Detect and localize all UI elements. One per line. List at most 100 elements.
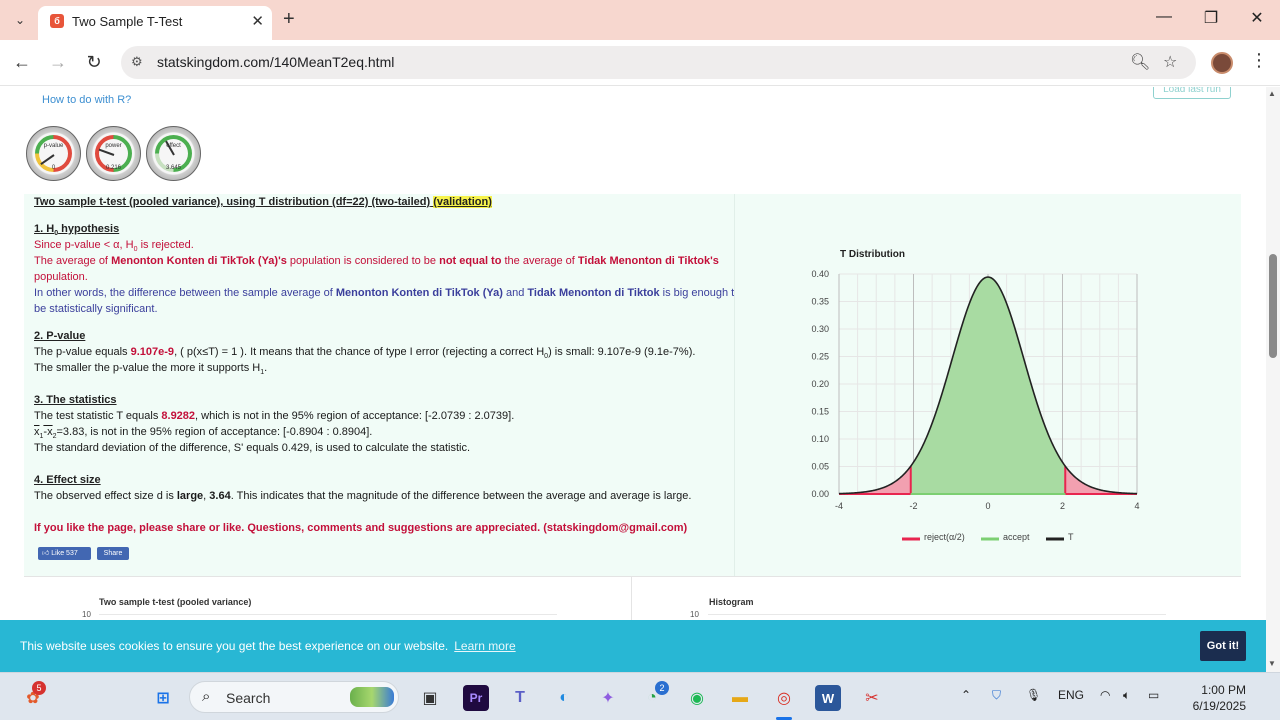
forward-button[interactable]: →: [46, 52, 70, 73]
scroll-thumb[interactable]: [1269, 254, 1277, 358]
results-title-text: Two sample t-test (pooled variance), usi…: [34, 196, 431, 208]
search-placeholder: Search: [226, 690, 271, 706]
t-statistic: 8.9282: [161, 410, 196, 422]
edge-icon[interactable]: ◐: [551, 685, 577, 711]
premiere-pro-icon[interactable]: Pr: [463, 685, 489, 711]
browser-menu-icon[interactable]: ⋮: [1250, 50, 1268, 71]
accept-area: [910, 277, 1066, 494]
section3-line3: The standard deviation of the difference…: [34, 442, 471, 454]
t-distribution-panel: T Distribution 0.00 0.05 0.10 0.15 0.20 0.25 0.…: [734, 194, 1241, 577]
section1-line3: population.: [34, 271, 88, 283]
text: is rejected.: [137, 239, 194, 251]
gauge-label: effect: [166, 143, 181, 149]
site-info-icon[interactable]: ⚙: [131, 54, 143, 70]
section1-line1: Since p-value < α, H0 is rejected.: [34, 239, 194, 253]
how-to-r-link[interactable]: How to do with R?: [42, 94, 131, 106]
text: The average of: [34, 255, 112, 267]
gauge-label: p-value: [43, 143, 64, 149]
system-clock[interactable]: 1:00 PM 6/19/2025: [1176, 682, 1246, 714]
bookmark-star-icon[interactable]: ☆: [1163, 52, 1177, 72]
battery-icon[interactable]: ▭: [1148, 688, 1159, 702]
close-window-button[interactable]: ✕: [1243, 8, 1271, 28]
file-explorer-icon[interactable]: ▬: [727, 685, 753, 711]
y-tick-label: 0.30: [811, 324, 829, 334]
power-gauge: power 0.216: [86, 126, 141, 181]
y-tick-label: 0.10: [811, 434, 829, 444]
load-last-run-button[interactable]: Load last run: [1153, 87, 1231, 99]
text: Since p-value < α, H: [34, 239, 134, 251]
like-label: Like 537: [51, 550, 78, 557]
reload-button[interactable]: ↻: [82, 52, 106, 73]
chrome-icon[interactable]: ◎: [771, 685, 797, 711]
taskbar-search[interactable]: ⌕ Search: [189, 681, 399, 713]
thumbs-up-icon: 👍︎: [42, 550, 52, 557]
spotify-icon[interactable]: ◉: [684, 685, 710, 711]
search-highlight-icon: [350, 687, 394, 707]
gauge-value: 0.216: [105, 165, 121, 171]
y-tick-label: 0.00: [811, 489, 829, 499]
y-tick-label: 0.15: [811, 407, 829, 417]
got-it-button[interactable]: Got it!: [1200, 631, 1246, 661]
scroll-up-icon[interactable]: ▲: [1268, 89, 1276, 98]
y-tick-label: 10: [690, 610, 699, 619]
copilot-icon[interactable]: ✦: [595, 685, 621, 711]
minimize-button[interactable]: —: [1150, 8, 1178, 26]
active-tab[interactable]: б Two Sample T-Test ✕: [38, 6, 272, 40]
section1-heading: 1. H0 hypothesis: [34, 223, 119, 237]
cookie-message: This website uses cookies to ensure you …: [20, 639, 516, 653]
text: is big enough to: [659, 287, 741, 299]
group1-name: Menonton Konten di TikTok (Ya): [335, 287, 503, 299]
url-text[interactable]: statskingdom.com/140MeanT2eq.html: [157, 54, 394, 70]
microphone-icon[interactable]: 🎙︎: [1026, 688, 1041, 702]
histogram-title: Histogram: [709, 597, 754, 607]
section4-line1: The observed effect size d is large, 3.6…: [34, 490, 691, 502]
teams-icon[interactable]: T: [507, 685, 533, 711]
heading-text: 1. H: [34, 223, 55, 235]
profile-avatar[interactable]: [1211, 52, 1233, 74]
y-tick-label: 0.20: [811, 379, 829, 389]
validation-link[interactable]: (validation): [433, 196, 492, 208]
x-tick-label: 2: [1060, 501, 1065, 511]
text: population is considered to be: [286, 255, 440, 267]
share-message: If you like the page, please share or li…: [34, 522, 688, 534]
back-button[interactable]: ←: [10, 52, 34, 73]
task-view-icon[interactable]: ▣: [417, 685, 443, 711]
wifi-icon[interactable]: ◠: [1100, 688, 1110, 702]
windows-start-icon[interactable]: ⊞: [150, 685, 176, 711]
page-scrollbar[interactable]: ▲ ▼: [1266, 87, 1280, 672]
x-tick-label: -4: [835, 501, 843, 511]
t-distribution-chart: T Distribution 0.00 0.05 0.10 0.15 0.20 0.25 0.…: [811, 249, 1139, 542]
site-favicon-icon: б: [50, 14, 64, 28]
restore-button[interactable]: ❐: [1197, 8, 1225, 28]
section1-line5: be statistically significant.: [34, 303, 158, 315]
section2-heading: 2. P-value: [34, 330, 86, 342]
defender-icon[interactable]: ⛉: [992, 688, 1001, 703]
x-tick-label: 4: [1134, 501, 1139, 511]
snipping-tool-icon[interactable]: ✂: [859, 685, 885, 711]
x2: -x: [43, 426, 53, 438]
new-tab-button[interactable]: +: [283, 8, 295, 30]
scroll-down-icon[interactable]: ▼: [1268, 659, 1276, 668]
tab-search-button[interactable]: ⌄: [8, 8, 32, 32]
clock-time: 1:00 PM: [1201, 683, 1246, 697]
text: the average of: [501, 255, 578, 267]
show-hidden-icons[interactable]: ⌃: [961, 688, 971, 702]
cookie-text: This website uses cookies to ensure you …: [20, 639, 449, 653]
x-tick-label: 0: [985, 501, 990, 511]
learn-more-link[interactable]: Learn more: [454, 639, 515, 653]
address-bar[interactable]: ⚙ statskingdom.com/140MeanT2eq.html 🔍︎ ☆: [121, 46, 1196, 79]
volume-icon[interactable]: 🔈︎: [1123, 688, 1130, 703]
tab-close-icon[interactable]: ✕: [251, 12, 264, 30]
bottom-left-chart: Two sample t-test (pooled variance) 10: [24, 577, 632, 620]
grid-line: [99, 614, 557, 615]
zoom-icon[interactable]: 🔍︎: [1130, 52, 1150, 72]
language-indicator[interactable]: ENG: [1058, 688, 1084, 702]
cookie-banner: This website uses cookies to ensure you …: [0, 620, 1266, 672]
text: , ( p(x≤T) = 1 ). It means that the chan…: [174, 346, 545, 358]
facebook-like-button[interactable]: 👍︎ Like 537: [38, 547, 91, 560]
y-tick-label: 10: [82, 610, 91, 619]
facebook-share-button[interactable]: Share: [97, 547, 129, 560]
text: .: [264, 362, 268, 374]
bottom-left-title: Two sample t-test (pooled variance): [99, 597, 252, 607]
word-icon[interactable]: W: [815, 685, 841, 711]
